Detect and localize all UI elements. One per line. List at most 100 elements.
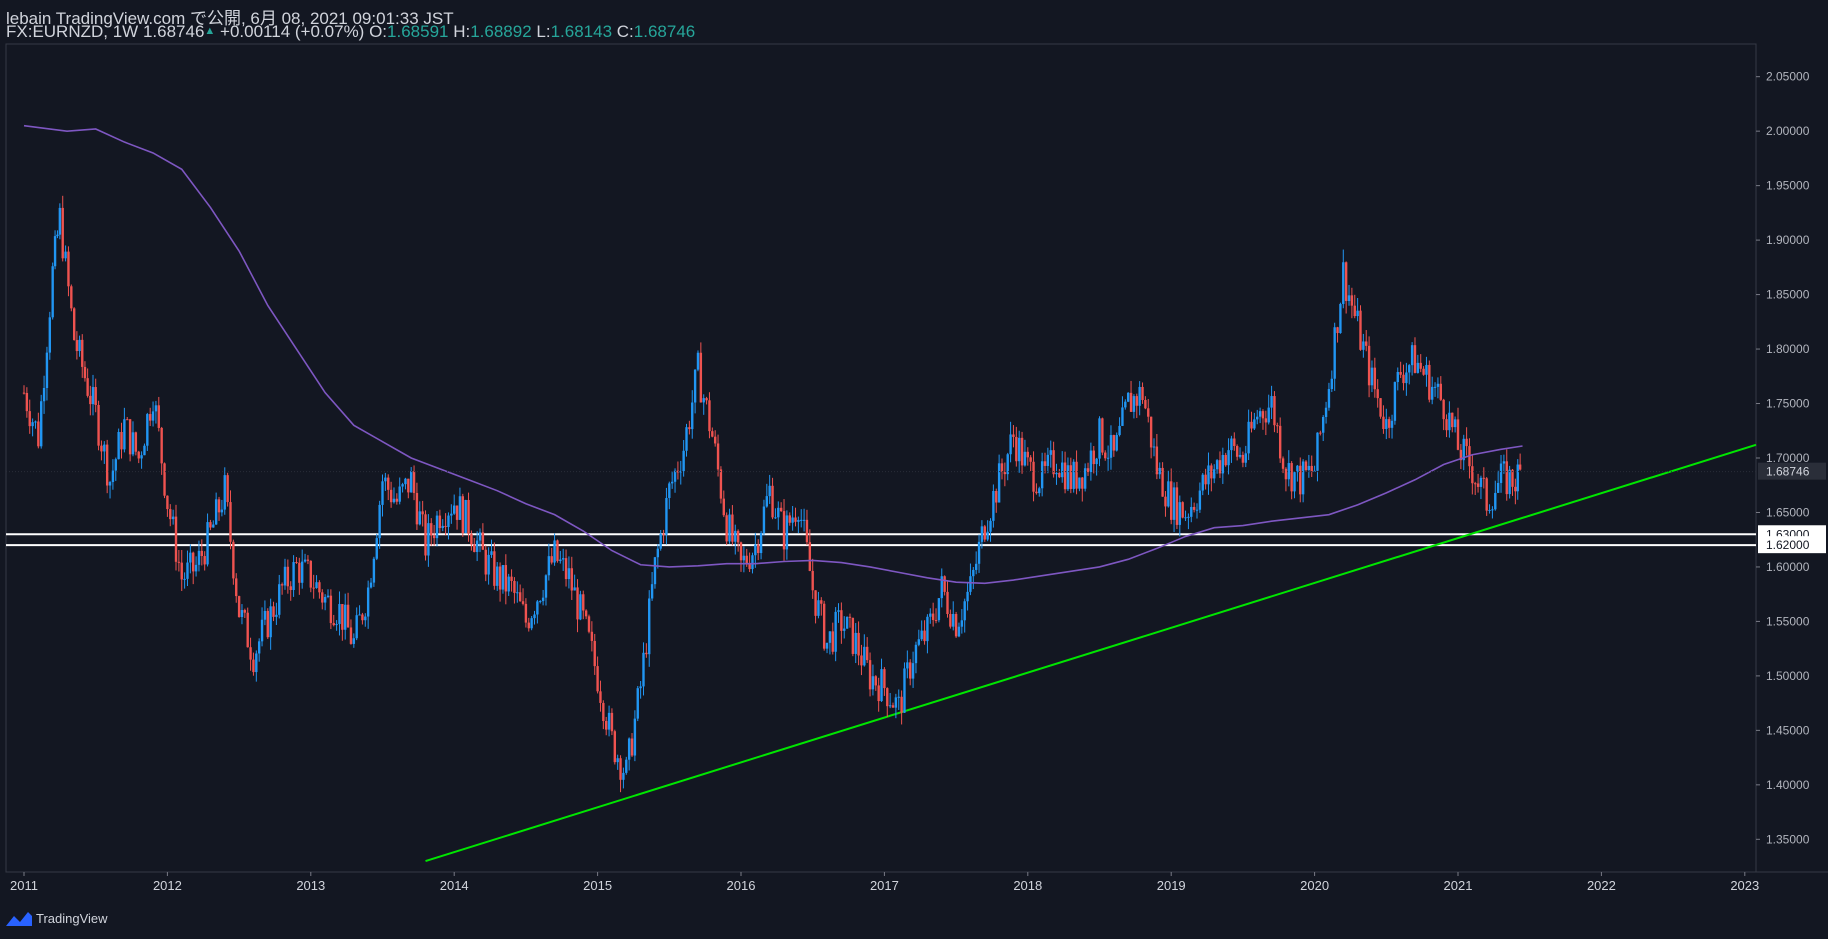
candle-body bbox=[648, 598, 651, 655]
candle-body bbox=[1092, 450, 1095, 465]
candle-body bbox=[1499, 463, 1503, 483]
candle-body bbox=[220, 509, 224, 513]
candle-body bbox=[668, 483, 671, 498]
candle-body bbox=[34, 421, 37, 423]
candle-body bbox=[934, 619, 938, 621]
candle-body bbox=[808, 542, 812, 571]
candle-body bbox=[1284, 468, 1288, 480]
candle-body bbox=[81, 339, 84, 367]
candle-body bbox=[782, 511, 786, 550]
candle-body bbox=[1304, 461, 1308, 471]
candle-body bbox=[97, 404, 100, 446]
candle-body bbox=[1428, 364, 1431, 400]
y-tick-label: 1.40000 bbox=[1766, 778, 1810, 792]
candle-body bbox=[94, 387, 97, 405]
candle-body bbox=[1029, 457, 1032, 462]
candle-body bbox=[1376, 389, 1379, 399]
candle-body bbox=[64, 251, 67, 259]
candle-body bbox=[478, 532, 482, 541]
candle-body bbox=[1425, 364, 1428, 375]
candle-body bbox=[1482, 477, 1486, 479]
last-price-label: 1.68746 bbox=[1766, 465, 1810, 479]
candle-body bbox=[1161, 467, 1164, 497]
candle-body bbox=[318, 582, 321, 593]
candle-body bbox=[822, 603, 826, 649]
candle-body bbox=[1129, 392, 1133, 412]
candle-body bbox=[1101, 418, 1104, 453]
candle-body bbox=[1387, 419, 1391, 428]
candle-body bbox=[1046, 454, 1050, 466]
candle-body bbox=[1198, 490, 1202, 510]
candle-body bbox=[1299, 465, 1302, 495]
candle-body bbox=[160, 427, 163, 464]
candle-body bbox=[891, 705, 895, 708]
candle-body bbox=[42, 387, 46, 402]
candle-body bbox=[607, 712, 611, 730]
candle-body bbox=[1270, 396, 1273, 408]
candle-body bbox=[1465, 438, 1468, 447]
candle-body bbox=[180, 562, 183, 580]
candle-body bbox=[280, 584, 284, 586]
candle-body bbox=[369, 582, 373, 588]
candle-body bbox=[539, 601, 542, 603]
candle-body bbox=[693, 369, 697, 403]
candle-body bbox=[1118, 425, 1121, 436]
y-tick-label: 1.95000 bbox=[1766, 179, 1810, 193]
candle-body bbox=[346, 604, 350, 628]
candle-body bbox=[1476, 483, 1480, 487]
candle-body bbox=[1258, 411, 1262, 417]
candle-body bbox=[1218, 460, 1222, 474]
candle-body bbox=[1273, 396, 1276, 426]
candle-body bbox=[642, 652, 645, 687]
candle-body bbox=[461, 496, 465, 534]
candle-body bbox=[444, 525, 447, 528]
candle-body bbox=[232, 541, 235, 579]
candle-body bbox=[86, 378, 89, 396]
candle-body bbox=[507, 576, 510, 592]
candle-body bbox=[295, 562, 298, 564]
candle-body bbox=[352, 638, 356, 644]
candle-body bbox=[1399, 371, 1402, 375]
candle-body bbox=[1164, 496, 1167, 507]
candle-body bbox=[946, 591, 949, 614]
candle-body bbox=[186, 562, 189, 579]
candle-body bbox=[1485, 478, 1488, 511]
candle-body bbox=[906, 662, 909, 669]
candle-body bbox=[475, 540, 479, 552]
candle-body bbox=[1043, 461, 1047, 466]
candle-body bbox=[67, 251, 70, 287]
candle-body bbox=[845, 616, 849, 629]
candle-body bbox=[1026, 451, 1029, 458]
y-tick-label: 1.50000 bbox=[1766, 669, 1810, 683]
candle-body bbox=[364, 616, 367, 621]
candle-body bbox=[415, 492, 419, 525]
candle-body bbox=[863, 646, 866, 666]
price-chart[interactable]: 2.05000 2.00000 1.95000 1.90000 1.85000 1.800… bbox=[0, 0, 1828, 939]
candle-body bbox=[28, 411, 31, 427]
candle-body bbox=[467, 499, 470, 534]
candle-body bbox=[53, 236, 57, 267]
candle-body bbox=[972, 569, 975, 577]
y-tick-label: 1.75000 bbox=[1766, 397, 1810, 411]
candle-body bbox=[886, 688, 889, 707]
candle-body bbox=[378, 504, 381, 539]
candle-body bbox=[212, 524, 215, 528]
candle-body bbox=[616, 758, 619, 763]
candle-body bbox=[381, 481, 384, 505]
candle-body bbox=[825, 642, 829, 649]
candle-body bbox=[192, 552, 195, 572]
candle-body bbox=[645, 652, 648, 655]
candle-body bbox=[321, 592, 324, 603]
candle-body bbox=[447, 515, 450, 528]
brand-logo[interactable]: TradingView bbox=[6, 911, 108, 926]
candle-body bbox=[774, 517, 777, 519]
candle-body bbox=[83, 366, 87, 379]
x-tick-label: 2020 bbox=[1300, 878, 1329, 893]
candle-body bbox=[438, 515, 442, 529]
x-tick-label: 2023 bbox=[1730, 878, 1759, 893]
candle-body bbox=[1141, 386, 1144, 400]
candle-body bbox=[1190, 506, 1193, 517]
candle-body bbox=[455, 505, 459, 520]
candle-body bbox=[1453, 419, 1457, 428]
candle-body bbox=[728, 514, 731, 542]
